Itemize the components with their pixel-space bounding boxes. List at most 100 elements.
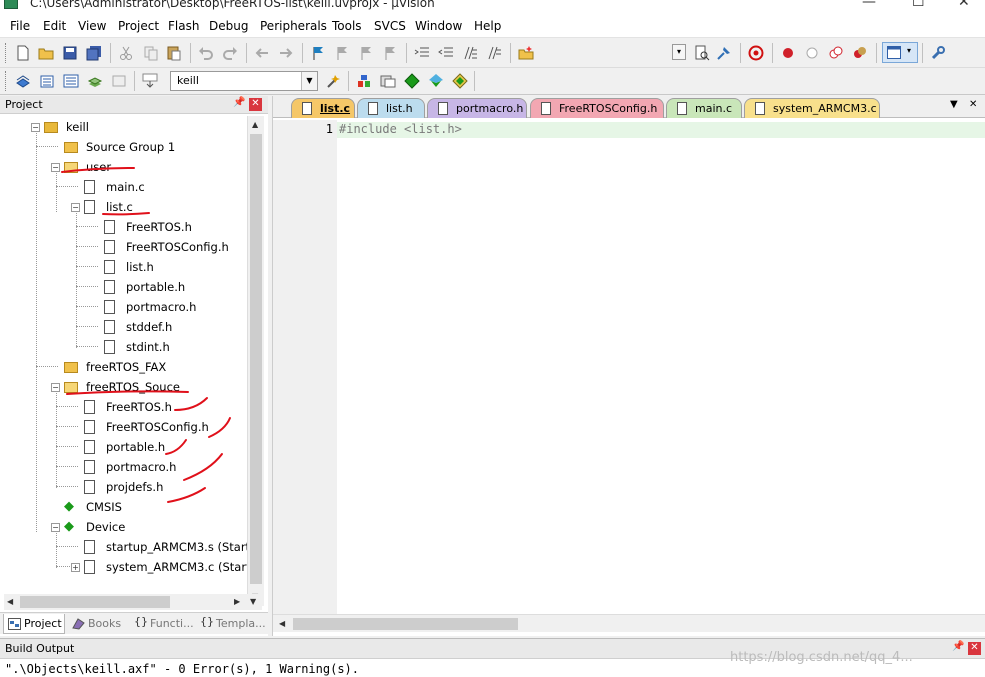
stop-build-icon[interactable] [111, 73, 127, 89]
select-packs-icon[interactable] [404, 73, 420, 89]
breakpoint-icon[interactable] [780, 45, 796, 61]
debug-session-icon[interactable] [748, 45, 764, 61]
code-view[interactable]: #include <list.h> [337, 120, 985, 614]
window-layout-button[interactable]: ▾ [882, 42, 918, 63]
manage-components-icon[interactable] [356, 73, 372, 89]
cut-icon[interactable] [118, 45, 134, 61]
menu-debug[interactable]: Debug [209, 19, 248, 33]
unindent-icon[interactable] [438, 45, 454, 61]
batch-build-icon[interactable] [87, 73, 103, 89]
minimize-icon[interactable]: — [862, 0, 876, 10]
menu-project[interactable]: Project [118, 19, 159, 33]
save-icon[interactable] [62, 45, 78, 61]
indent-icon[interactable] [414, 45, 430, 61]
pack-update-icon[interactable] [452, 73, 468, 89]
find-icon[interactable] [694, 45, 710, 61]
redo-icon[interactable] [222, 45, 238, 61]
menu-edit[interactable]: Edit [43, 19, 66, 33]
paste-icon[interactable] [166, 45, 182, 61]
menu-window[interactable]: Window [415, 19, 462, 33]
close-tab-icon[interactable]: ✕ [969, 99, 977, 110]
bookmark-clear-icon[interactable] [382, 45, 398, 61]
rebuild-icon[interactable] [63, 73, 79, 89]
translate-icon[interactable] [15, 73, 31, 89]
editor-tab-list-h[interactable]: list.h [357, 98, 425, 118]
configure-wrench-icon[interactable] [930, 45, 946, 61]
download-load-icon[interactable] [142, 73, 158, 89]
scroll-right-icon[interactable]: ▶ [234, 597, 240, 606]
collapse-freertos-souce-toggle[interactable]: − [51, 383, 60, 392]
toolbar-grip[interactable] [5, 71, 8, 91]
hscroll-thumb[interactable] [293, 618, 518, 630]
new-file-icon[interactable] [15, 45, 31, 61]
undo-icon[interactable] [198, 45, 214, 61]
menu-peripherals[interactable]: Peripherals [260, 19, 327, 33]
folder-open-icon [64, 382, 78, 393]
nav-back-icon[interactable] [254, 45, 270, 61]
collapse-device-toggle[interactable]: − [51, 523, 60, 532]
comment-icon[interactable] [462, 45, 478, 61]
file-icon [755, 102, 765, 115]
incremental-find-icon[interactable] [716, 45, 732, 61]
scroll-left-icon[interactable]: ◀ [279, 619, 285, 628]
build-icon[interactable] [39, 73, 55, 89]
copy-icon[interactable] [143, 45, 159, 61]
project-tree-vscrollbar[interactable]: ▲ ▼ [247, 116, 264, 606]
tab-list-dropdown-icon[interactable]: ▼ [950, 99, 958, 110]
breakpoint-disable-icon[interactable] [804, 45, 820, 61]
toolbar-grip[interactable] [5, 43, 8, 63]
collapse-list-c-toggle[interactable]: − [71, 203, 80, 212]
target-select[interactable]: keill ▼ [170, 71, 318, 91]
tab-books[interactable]: Books [68, 614, 126, 634]
bookmark-next-icon[interactable] [358, 45, 374, 61]
menu-view[interactable]: View [78, 19, 106, 33]
uncomment-icon[interactable] [486, 45, 502, 61]
scroll-down-icon[interactable]: ▼ [250, 597, 256, 606]
tab-project[interactable]: Project [3, 614, 65, 634]
hscroll-thumb[interactable] [20, 596, 170, 608]
editor-tab-main-c[interactable]: main.c [666, 98, 742, 118]
scroll-up-icon[interactable]: ▲ [252, 120, 258, 129]
close-icon[interactable]: ✕ [958, 0, 970, 10]
kill-all-breakpoints-icon[interactable] [852, 45, 868, 61]
menu-tools[interactable]: Tools [332, 19, 362, 33]
chevron-down-icon[interactable]: ▼ [301, 72, 317, 90]
menu-svcs[interactable]: SVCS [374, 19, 406, 33]
find-in-files-icon[interactable] [518, 45, 534, 61]
code-line[interactable]: #include <list.h> [337, 122, 985, 138]
scroll-left-icon[interactable]: ◀ [7, 597, 13, 606]
bookmark-prev-icon[interactable] [334, 45, 350, 61]
nav-forward-icon[interactable] [278, 45, 294, 61]
folder-icon [64, 142, 78, 153]
maximize-icon[interactable]: ☐ [912, 0, 925, 10]
pack-installer-icon[interactable] [428, 73, 444, 89]
menu-help[interactable]: Help [474, 19, 501, 33]
tab-functions[interactable]: {} Functi... [130, 614, 194, 634]
file-extensions-icon[interactable] [380, 73, 396, 89]
disable-all-breakpoints-icon[interactable] [828, 45, 844, 61]
save-all-icon[interactable] [86, 45, 102, 61]
editor-tab-system-armcm3-c[interactable]: system_ARMCM3.c [744, 98, 880, 118]
tab-templates[interactable]: {} Templa... [196, 614, 266, 634]
target-options-icon[interactable] [326, 73, 342, 89]
editor-hscrollbar[interactable]: ◀ [273, 614, 985, 632]
vscroll-thumb[interactable] [250, 134, 262, 584]
open-folder-icon[interactable] [38, 45, 54, 61]
find-dropdown[interactable]: ▾ [672, 44, 686, 60]
bookmark-toggle-icon[interactable] [310, 45, 326, 61]
pin-icon[interactable]: 📌 [233, 97, 245, 108]
project-panel: Project 📌 ✕ − − − − − + keill Source Gro… [0, 96, 268, 636]
collapse-keill-toggle[interactable]: − [31, 123, 40, 132]
editor-tab-portmacro-h[interactable]: portmacro.h [427, 98, 527, 118]
menu-flash[interactable]: Flash [168, 19, 199, 33]
collapse-user-toggle[interactable]: − [51, 163, 60, 172]
expand-system-armcm3-toggle[interactable]: + [71, 563, 80, 572]
menu-file[interactable]: File [10, 19, 30, 33]
pin-icon[interactable]: 📌 [952, 641, 964, 652]
editor-tab-freertosconfig-h[interactable]: FreeRTOSConfig.h [530, 98, 664, 118]
close-project-panel-icon[interactable]: ✕ [249, 98, 262, 111]
project-tree-hscrollbar[interactable]: ◀ ▶ ▼ [4, 594, 262, 610]
file-icon [677, 102, 687, 115]
editor-tab-list-c[interactable]: list.c [291, 98, 355, 118]
close-build-output-icon[interactable]: ✕ [968, 642, 981, 655]
